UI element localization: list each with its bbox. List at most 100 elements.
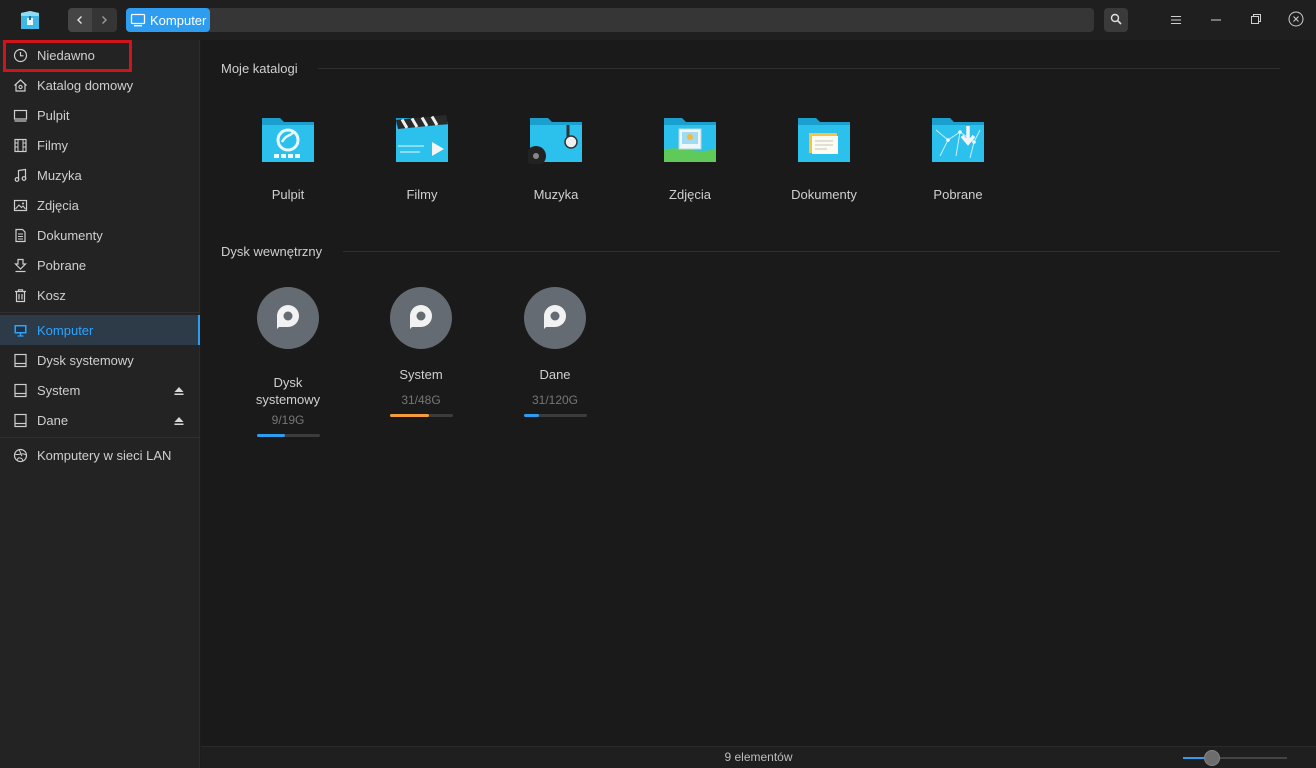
drive-usage-fill	[256, 434, 285, 437]
folder-downloads[interactable]: Pobrane	[898, 112, 1018, 202]
drive-usage-fill	[523, 414, 540, 417]
network-icon	[12, 447, 28, 463]
film-icon	[12, 137, 28, 153]
documents-folder-icon	[796, 112, 852, 164]
close-button[interactable]	[1284, 8, 1308, 32]
sidebar-item-videos[interactable]: Filmy	[0, 130, 200, 160]
zoom-slider-handle[interactable]	[1204, 750, 1221, 766]
music-icon	[12, 167, 28, 183]
restore-icon	[1250, 13, 1262, 28]
folder-label: Pulpit	[271, 187, 305, 202]
disk-icon	[390, 287, 452, 349]
sidebar-item-pictures[interactable]: Zdjęcia	[0, 190, 200, 220]
title-bar: Komputer	[0, 0, 1316, 40]
drive-icon	[12, 352, 28, 368]
sidebar-item-system-disk[interactable]: Dysk systemowy	[0, 345, 200, 375]
document-icon	[12, 227, 28, 243]
drive-data[interactable]: Dane 31/120G	[505, 287, 605, 417]
drive-name: Dysk	[273, 375, 303, 390]
drive-name: Dane	[539, 367, 571, 382]
sidebar-separator	[0, 312, 200, 313]
folder-documents[interactable]: Dokumenty	[764, 112, 884, 202]
download-icon	[12, 257, 28, 273]
folder-label: Filmy	[406, 187, 438, 202]
sidebar-item-downloads[interactable]: Pobrane	[0, 250, 200, 280]
search-icon	[1110, 13, 1122, 28]
trash-icon	[12, 287, 28, 303]
sidebar: Niedawno Katalog domowy Pulpit Filmy Muz…	[0, 40, 200, 768]
back-button[interactable]	[68, 8, 92, 32]
sidebar-separator	[0, 437, 200, 438]
navigation-buttons	[68, 8, 117, 32]
sidebar-item-label: Katalog domowy	[37, 77, 134, 93]
minimize-button[interactable]	[1204, 8, 1228, 32]
sidebar-item-label: Pobrane	[37, 257, 87, 273]
sidebar-item-documents[interactable]: Dokumenty	[0, 220, 200, 250]
sidebar-item-label: Zdjęcia	[37, 197, 79, 213]
drive-system-disk[interactable]: Dysk systemowy 9/19G	[238, 287, 338, 437]
highlight-box	[3, 40, 132, 72]
sidebar-item-label: Pulpit	[37, 107, 70, 123]
breadcrumb-computer[interactable]: Komputer	[126, 8, 211, 32]
sidebar-item-computer[interactable]: Komputer	[0, 315, 200, 345]
drive-size: 31/48G	[401, 393, 441, 407]
disk-icon	[257, 287, 319, 349]
sidebar-item-label: Dane	[37, 412, 69, 428]
drive-size: 31/120G	[531, 393, 579, 407]
drive-system[interactable]: System 31/48G	[371, 287, 471, 417]
zoom-slider[interactable]	[1183, 757, 1287, 759]
drive-usage-fill	[389, 414, 430, 417]
main-view: Moje katalogi Pulpit Filmy Muzyka Zdjęci…	[201, 40, 1316, 746]
close-icon	[1288, 11, 1304, 30]
eject-icon[interactable]	[174, 414, 184, 425]
sidebar-item-network[interactable]: Komputery w sieci LAN	[0, 440, 200, 470]
image-icon	[12, 197, 28, 213]
folder-pictures[interactable]: Zdjęcia	[630, 112, 750, 202]
sidebar-item-trash[interactable]: Kosz	[0, 280, 200, 310]
sidebar-item-label: Komputery w sieci LAN	[37, 447, 172, 463]
drive-usage-bar	[523, 414, 587, 417]
drive-icon	[12, 412, 28, 428]
sidebar-item-label: Filmy	[37, 137, 69, 153]
folder-music[interactable]: Muzyka	[496, 112, 616, 202]
restore-button[interactable]	[1244, 8, 1268, 32]
music-folder-icon	[526, 112, 584, 166]
section-title-folders: Moje katalogi	[221, 61, 298, 76]
eject-icon[interactable]	[174, 384, 184, 395]
breadcrumb-label: Komputer	[150, 12, 207, 28]
sidebar-item-label: System	[37, 382, 81, 398]
desktop-icon	[12, 107, 28, 123]
computer-icon	[12, 322, 28, 338]
sidebar-item-label: Dokumenty	[37, 227, 103, 243]
section-divider	[318, 68, 1280, 69]
drive-name: systemowy	[255, 392, 321, 407]
sidebar-item-label: Kosz	[37, 287, 66, 303]
menu-button[interactable]	[1164, 8, 1188, 32]
desktop-folder-icon	[260, 112, 316, 164]
item-count: 9 elementów	[724, 750, 793, 764]
sidebar-item-home[interactable]: Katalog domowy	[0, 70, 200, 100]
app-logo-icon[interactable]	[18, 8, 42, 32]
drive-icon	[12, 382, 28, 398]
search-button[interactable]	[1104, 8, 1128, 32]
folder-desktop[interactable]: Pulpit	[228, 112, 348, 202]
sidebar-item-system[interactable]: System	[0, 375, 200, 405]
sidebar-item-desktop[interactable]: Pulpit	[0, 100, 200, 130]
minimize-icon	[1210, 13, 1222, 28]
drive-size: 9/19G	[271, 413, 305, 427]
forward-button[interactable]	[92, 8, 116, 32]
folder-label: Dokumenty	[791, 187, 857, 202]
drive-usage-bar	[389, 414, 453, 417]
folder-label: Muzyka	[533, 187, 579, 202]
folder-videos[interactable]: Filmy	[362, 112, 482, 202]
drive-usage-bar	[256, 434, 320, 437]
address-bar[interactable]: Komputer	[126, 8, 1094, 32]
pictures-folder-icon	[662, 112, 718, 164]
folder-label: Zdjęcia	[669, 187, 711, 202]
disk-icon	[524, 287, 586, 349]
videos-folder-icon	[394, 112, 450, 164]
sidebar-item-music[interactable]: Muzyka	[0, 160, 200, 190]
folder-label: Pobrane	[933, 187, 983, 202]
chevron-right-icon	[99, 13, 109, 28]
sidebar-item-data[interactable]: Dane	[0, 405, 200, 435]
